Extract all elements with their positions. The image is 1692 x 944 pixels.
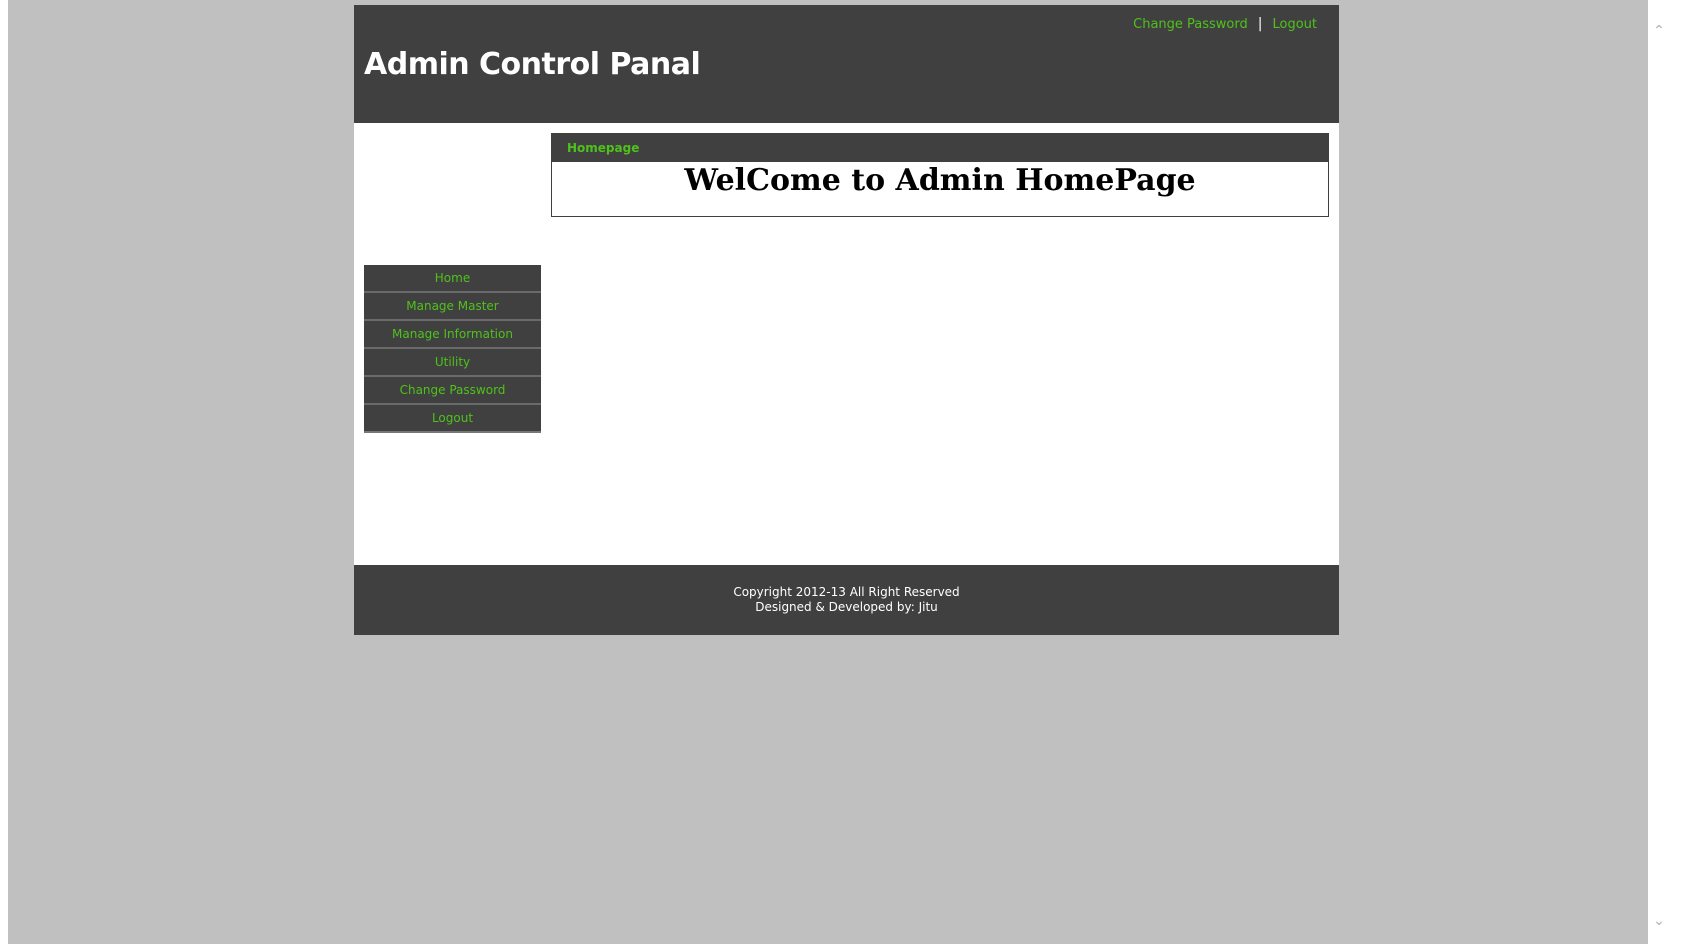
header-change-password-link[interactable]: Change Password (1133, 17, 1248, 32)
chevron-down-icon[interactable]: ⌄ (1648, 910, 1670, 932)
chevron-up-icon[interactable]: ⌃ (1648, 20, 1670, 42)
welcome-heading: WelCome to Admin HomePage (684, 163, 1196, 198)
header-link-separator: | (1257, 16, 1263, 32)
sidebar-item-utility[interactable]: Utility (364, 349, 541, 377)
sidebar-menu: Home Manage Master Manage Information Ut… (364, 265, 541, 433)
sidebar-item-manage-master[interactable]: Manage Master (364, 293, 541, 321)
welcome-panel: Homepage WelCome to Admin HomePage (551, 133, 1329, 217)
sidebar-item-home[interactable]: Home (364, 265, 541, 293)
panel-header: Homepage (552, 134, 1328, 162)
footer-copyright: Copyright 2012-13 All Right Reserved (733, 585, 960, 599)
sidebar-item-logout[interactable]: Logout (364, 405, 541, 431)
browser-viewport: Change Password | Logout Admin Control P… (8, 0, 1670, 944)
header-links: Change Password | Logout (1133, 16, 1317, 32)
page-container: Change Password | Logout Admin Control P… (354, 5, 1339, 635)
header-logout-link[interactable]: Logout (1272, 17, 1317, 32)
panel-title: Homepage (567, 141, 640, 155)
vertical-scrollbar[interactable]: ⌃ ⌄ (1648, 0, 1670, 944)
site-title: Admin Control Panal (364, 47, 701, 82)
footer-credit: Designed & Developed by: Jitu (755, 600, 938, 614)
site-header: Change Password | Logout Admin Control P… (354, 5, 1339, 123)
sidebar-item-manage-information[interactable]: Manage Information (364, 321, 541, 349)
sidebar-item-change-password[interactable]: Change Password (364, 377, 541, 405)
site-footer: Copyright 2012-13 All Right Reserved Des… (354, 565, 1339, 635)
